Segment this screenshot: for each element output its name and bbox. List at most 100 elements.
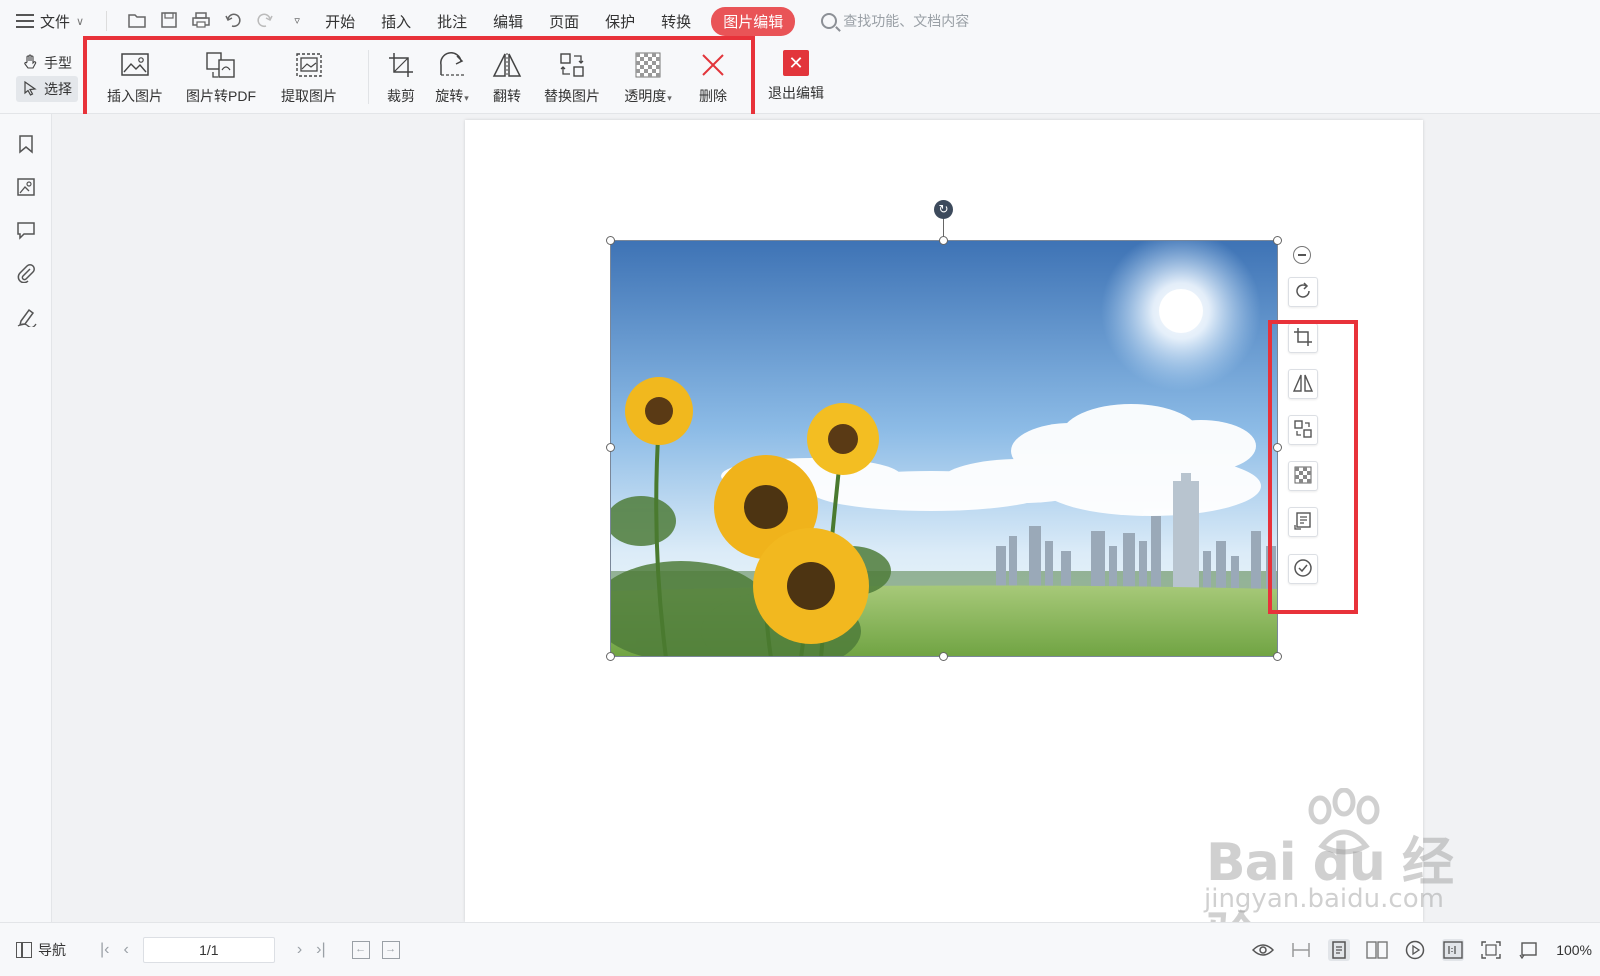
rotate-dropdown-icon[interactable]: ▾ bbox=[464, 93, 469, 103]
menu-bar: 文件 ∨ ▿ 开始 插入 批注 编辑 页面 保护 转换 图片编辑 查找功能、文档… bbox=[0, 0, 1600, 42]
zoom-out-icon[interactable] bbox=[1293, 246, 1311, 264]
watermark-url: jingyan.baidu.com bbox=[1204, 884, 1444, 914]
history-nav: ← → bbox=[351, 940, 400, 959]
exit-edit-label: 退出编辑 bbox=[768, 85, 824, 101]
page-number-input[interactable]: 1/1 bbox=[142, 936, 275, 963]
file-menu[interactable]: 文件 ∨ bbox=[16, 11, 84, 32]
resize-handle[interactable] bbox=[939, 652, 948, 661]
tab-insert[interactable]: 插入 bbox=[381, 8, 411, 35]
select-tool-button[interactable]: 选择 bbox=[16, 76, 78, 102]
navigation-toggle[interactable]: 导航 bbox=[16, 940, 66, 960]
transparency-icon bbox=[1294, 466, 1312, 487]
resize-handle[interactable] bbox=[939, 236, 948, 245]
float-extract-button[interactable] bbox=[1288, 507, 1318, 537]
undo-icon[interactable] bbox=[223, 11, 243, 31]
hand-tool-button[interactable]: 手型 bbox=[16, 50, 78, 76]
image-panel-icon[interactable] bbox=[16, 177, 36, 197]
exit-edit-button[interactable]: ✕ 退出编辑 bbox=[768, 50, 824, 103]
two-page-icon[interactable] bbox=[1366, 939, 1388, 961]
insert-image-button[interactable]: 插入图片 bbox=[88, 42, 182, 114]
navigation-icon bbox=[16, 941, 32, 958]
float-rotate-button[interactable] bbox=[1288, 277, 1318, 307]
status-bar: 导航 |‹ ‹ 1/1 › ›| ← → 100% bbox=[0, 922, 1600, 976]
flip-icon bbox=[490, 48, 524, 82]
back-icon[interactable]: ← bbox=[351, 940, 370, 959]
redo-icon[interactable] bbox=[255, 11, 275, 31]
transparency-button[interactable]: 透明度▾ bbox=[611, 42, 685, 114]
tab-edit[interactable]: 编辑 bbox=[493, 8, 523, 35]
sunflower-city-picture bbox=[611, 241, 1277, 656]
navigation-label: 导航 bbox=[38, 941, 66, 958]
image-to-pdf-icon bbox=[204, 48, 238, 82]
transparency-icon bbox=[631, 48, 665, 82]
replace-image-icon bbox=[1293, 419, 1313, 442]
delete-button[interactable]: 删除 bbox=[685, 42, 741, 114]
rotate-handle-icon[interactable]: ↻ bbox=[934, 200, 953, 219]
customize-dropdown-icon[interactable]: ▿ bbox=[287, 11, 307, 31]
search-placeholder: 查找功能、文档内容 bbox=[843, 13, 970, 29]
actual-size-icon[interactable] bbox=[1442, 939, 1465, 961]
delete-icon bbox=[696, 48, 730, 82]
image-edit-tools: 插入图片 图片转PDF 提取图片 裁剪 旋转▾ 翻转 替换图片 透明度▾ 删除 bbox=[88, 42, 741, 114]
last-page-icon[interactable]: ›| bbox=[316, 941, 325, 959]
cursor-icon bbox=[22, 80, 38, 99]
resize-handle[interactable] bbox=[606, 236, 615, 245]
transparency-label-wrap: 透明度▾ bbox=[624, 86, 672, 106]
selected-image[interactable] bbox=[610, 240, 1278, 657]
fit-width-icon[interactable] bbox=[1290, 939, 1312, 961]
transparency-label: 透明度 bbox=[624, 88, 667, 104]
signature-icon[interactable] bbox=[16, 307, 37, 329]
float-replace-button[interactable] bbox=[1288, 415, 1318, 445]
image-to-pdf-button[interactable]: 图片转PDF bbox=[182, 42, 260, 114]
bookmark-icon[interactable] bbox=[16, 134, 36, 154]
transparency-dropdown-icon[interactable]: ▾ bbox=[667, 93, 672, 103]
zoom-level[interactable]: 100% bbox=[1556, 942, 1592, 958]
fit-page-icon[interactable] bbox=[1480, 939, 1502, 961]
print-icon[interactable] bbox=[191, 11, 211, 31]
play-icon[interactable] bbox=[1404, 939, 1426, 961]
hand-tool-label: 手型 bbox=[44, 55, 72, 71]
rotate-label-wrap: 旋转▾ bbox=[435, 86, 469, 106]
resize-handle[interactable] bbox=[606, 652, 615, 661]
tab-convert[interactable]: 转换 bbox=[661, 8, 691, 35]
page-nav-prev: |‹ ‹ bbox=[100, 941, 129, 959]
float-confirm-button[interactable] bbox=[1288, 554, 1318, 584]
tab-image-edit[interactable]: 图片编辑 bbox=[711, 6, 796, 36]
resize-handle[interactable] bbox=[1273, 652, 1282, 661]
replace-image-button[interactable]: 替换图片 bbox=[533, 42, 611, 114]
float-transparency-button[interactable] bbox=[1288, 461, 1318, 491]
single-page-icon[interactable] bbox=[1328, 939, 1351, 961]
float-crop-button[interactable] bbox=[1288, 323, 1318, 353]
extract-image-button[interactable]: 提取图片 bbox=[260, 42, 358, 114]
tab-protect[interactable]: 保护 bbox=[605, 8, 635, 35]
file-menu-label: 文件 bbox=[40, 13, 71, 31]
rotate-icon bbox=[1293, 281, 1313, 304]
image-to-pdf-label: 图片转PDF bbox=[186, 88, 256, 104]
page-nav-next: › ›| bbox=[297, 941, 326, 959]
search-box[interactable]: 查找功能、文档内容 bbox=[821, 11, 969, 31]
forward-icon[interactable]: → bbox=[381, 940, 400, 959]
save-icon[interactable] bbox=[159, 11, 179, 31]
crop-button[interactable]: 裁剪 bbox=[379, 42, 423, 114]
left-sidebar bbox=[0, 114, 52, 922]
replace-image-label: 替换图片 bbox=[544, 88, 600, 104]
next-page-icon[interactable]: › bbox=[297, 941, 302, 959]
resize-handle[interactable] bbox=[1273, 236, 1282, 245]
resize-handle[interactable] bbox=[606, 443, 615, 452]
first-page-icon[interactable]: |‹ bbox=[100, 941, 109, 959]
tab-start[interactable]: 开始 bbox=[325, 8, 355, 35]
hamburger-icon bbox=[16, 14, 34, 28]
ribbon-divider bbox=[368, 50, 369, 104]
comment-icon[interactable] bbox=[16, 220, 36, 240]
flip-button[interactable]: 翻转 bbox=[481, 42, 533, 114]
tab-page[interactable]: 页面 bbox=[549, 8, 579, 35]
rotate-button[interactable]: 旋转▾ bbox=[423, 42, 481, 114]
prev-page-icon[interactable]: ‹ bbox=[123, 941, 128, 959]
rotate-view-icon[interactable] bbox=[1518, 939, 1540, 961]
float-flip-button[interactable] bbox=[1288, 369, 1318, 399]
tab-annotate[interactable]: 批注 bbox=[437, 8, 467, 35]
resize-handle[interactable] bbox=[1273, 443, 1282, 452]
attachment-icon[interactable] bbox=[16, 263, 36, 284]
open-folder-icon[interactable] bbox=[127, 11, 147, 31]
eye-icon[interactable] bbox=[1252, 939, 1275, 961]
